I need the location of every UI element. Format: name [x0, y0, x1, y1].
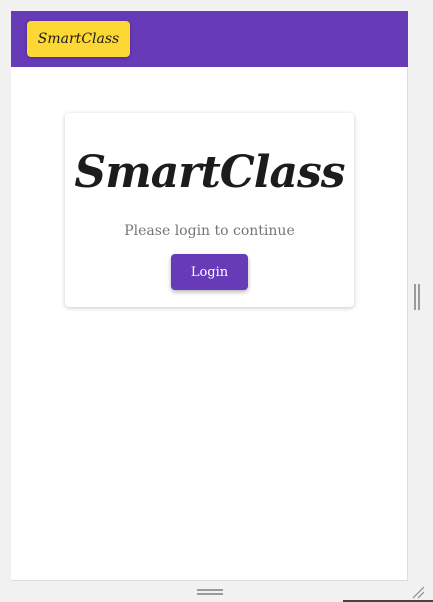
handle-bar [197, 589, 223, 591]
drag-handle-horizontal-icon[interactable] [197, 589, 223, 595]
handle-bar [197, 593, 223, 595]
app-frame: SmartClass SmartClass Please login to co… [11, 11, 408, 581]
card-title: SmartClass [74, 147, 345, 198]
card-subtitle: Please login to continue [124, 223, 295, 239]
drag-handle-vertical-icon[interactable] [414, 284, 420, 310]
login-card: SmartClass Please login to continue Logi… [65, 113, 354, 307]
brand-button[interactable]: SmartClass [27, 21, 130, 57]
login-button[interactable]: Login [171, 254, 248, 290]
app-toolbar: SmartClass [11, 11, 408, 67]
resize-grip-icon[interactable] [411, 585, 425, 599]
handle-bar [418, 284, 420, 310]
handle-bar [414, 284, 416, 310]
